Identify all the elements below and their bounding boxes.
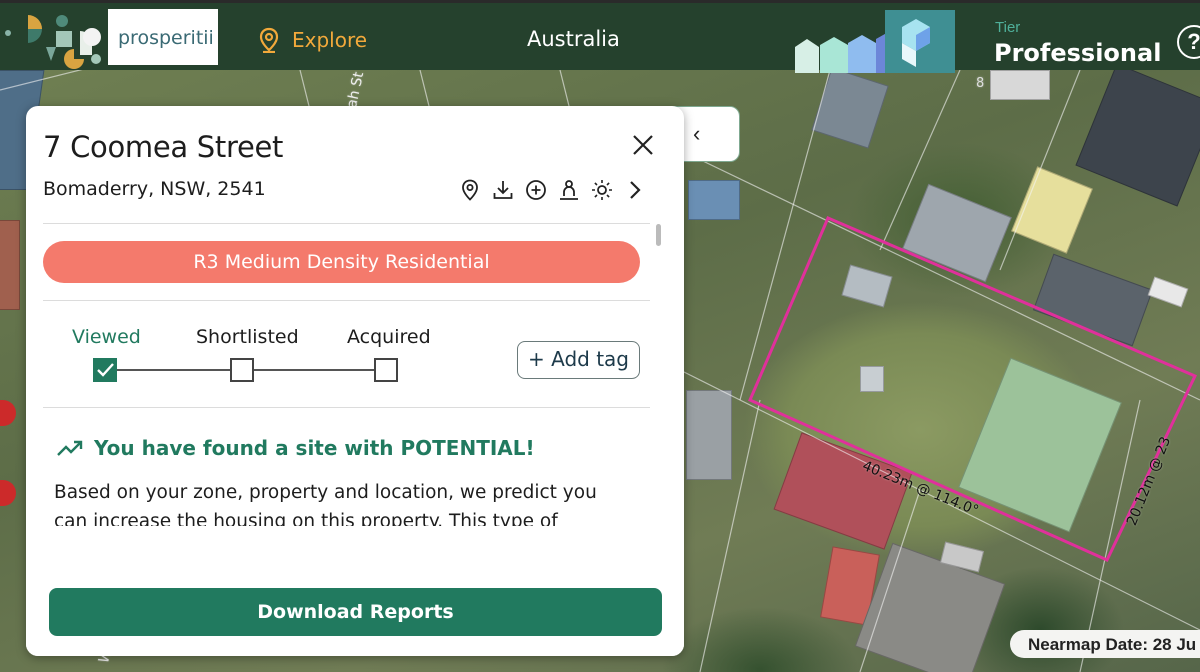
download-reports-button[interactable]: Download Reports — [49, 588, 662, 636]
tier-buildings-icon — [795, 10, 955, 73]
sun-icon[interactable] — [590, 178, 614, 202]
checkmark-icon — [97, 363, 114, 377]
stage-checkbox-viewed[interactable] — [93, 358, 117, 382]
divider — [43, 223, 650, 224]
property-toolbar — [458, 178, 647, 202]
chevron-right-icon[interactable] — [623, 178, 647, 202]
divider — [43, 407, 650, 408]
logo-text: prosperitii — [118, 27, 214, 49]
property-address: 7 Coomea Street — [43, 130, 284, 164]
house-number: 8 — [976, 76, 985, 91]
prediction-text: Based on your zone, property and locatio… — [54, 482, 597, 526]
stage-checkbox-acquired[interactable] — [374, 358, 398, 382]
country-selector[interactable]: Australia — [527, 27, 620, 51]
tier-value: Professional — [994, 39, 1162, 67]
stage-label-shortlisted: Shortlisted — [196, 326, 299, 348]
close-icon[interactable] — [630, 132, 656, 158]
help-button[interactable]: ? — [1177, 25, 1200, 59]
add-tag-button[interactable]: + Add tag — [517, 341, 640, 379]
tier-caption: Tier — [995, 19, 1021, 36]
explore-label: Explore — [292, 28, 368, 52]
potential-banner: You have found a site with POTENTIAL! — [56, 436, 535, 460]
zone-badge: R3 Medium Density Residential — [43, 241, 640, 283]
stage-label-viewed: Viewed — [72, 326, 141, 348]
property-suburb: Bomaderry, NSW, 2541 — [43, 178, 266, 200]
top-bar: prosperitii Explore Australia Tier Profe… — [0, 0, 1200, 73]
stage-checkbox-shortlisted[interactable] — [230, 358, 254, 382]
nearmap-date: Nearmap Date: 28 Ju — [1010, 630, 1200, 658]
potential-text: You have found a site with POTENTIAL! — [94, 436, 535, 460]
trending-up-icon — [57, 440, 83, 456]
location-pin-icon — [259, 27, 279, 53]
explore-nav[interactable]: Explore — [258, 27, 367, 53]
chevron-left-icon: ‹ — [693, 121, 701, 146]
logo-mark-icon — [5, 15, 101, 69]
panel-scrollbar[interactable] — [656, 224, 661, 246]
divider — [43, 300, 650, 301]
location-pin-icon[interactable] — [458, 178, 482, 202]
download-icon[interactable] — [491, 178, 515, 202]
stage-label-acquired: Acquired — [347, 326, 431, 348]
person-icon[interactable] — [557, 178, 581, 202]
plus-circle-icon[interactable] — [524, 178, 548, 202]
property-panel: 7 Coomea Street Bomaderry, NSW, 2541 R3 … — [26, 106, 684, 656]
